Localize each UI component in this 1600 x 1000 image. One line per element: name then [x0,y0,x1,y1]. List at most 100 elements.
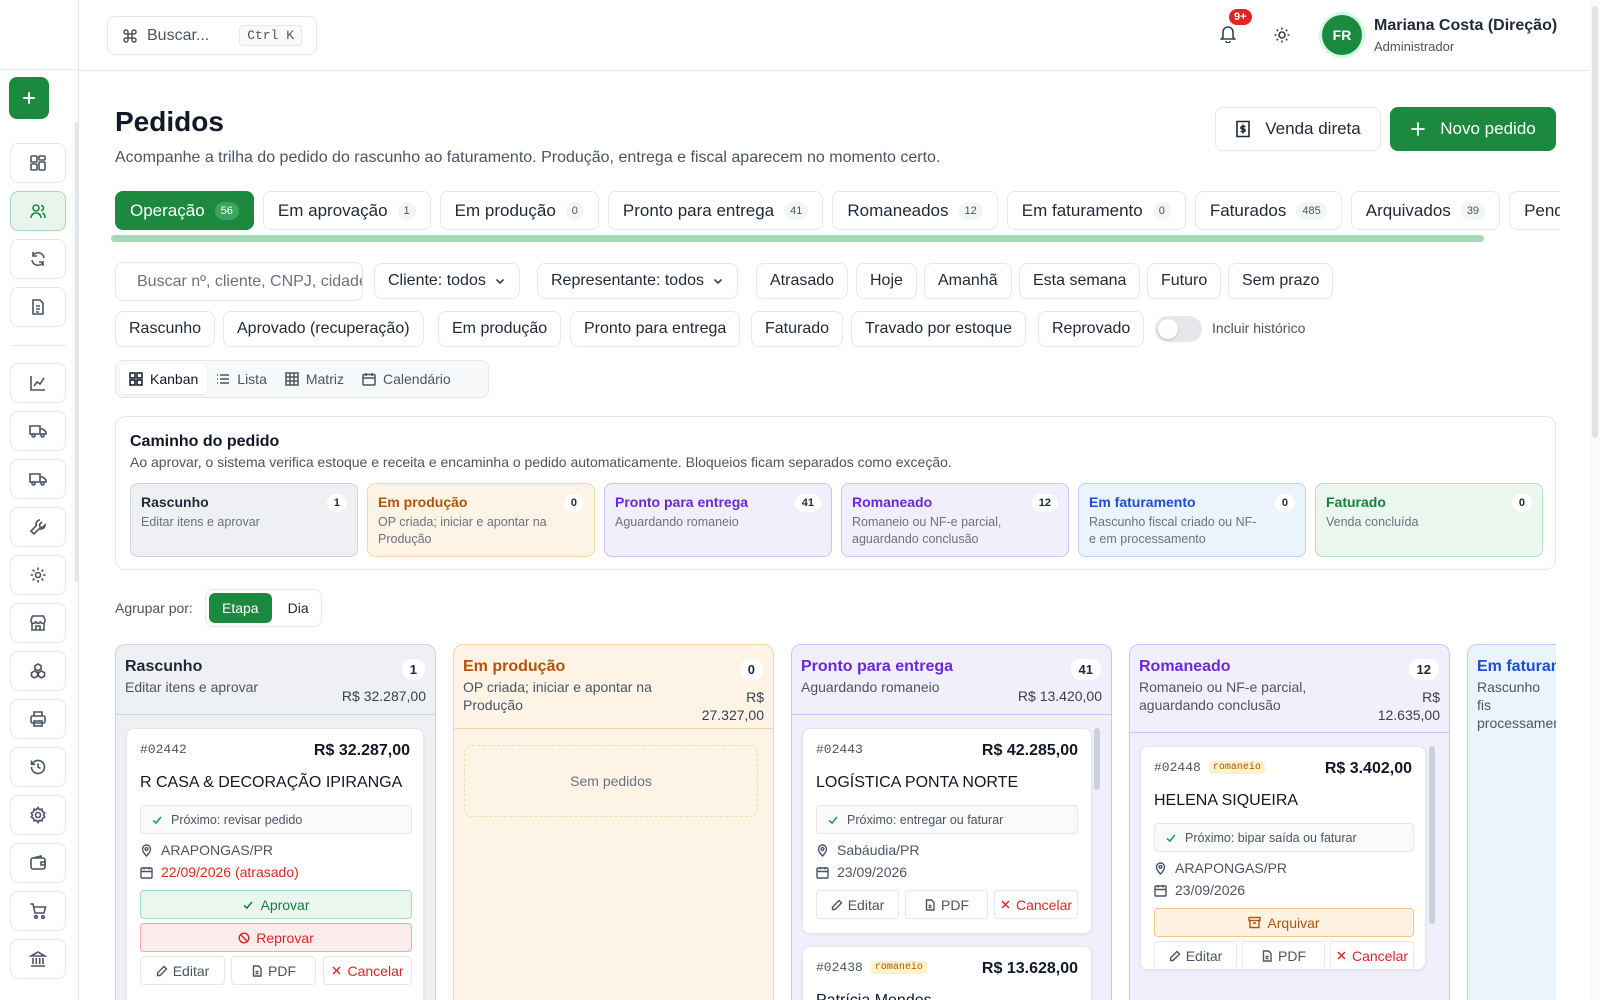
stage-romaneado[interactable]: Romaneado Romaneio ou NF-e parcial, agua… [841,483,1069,557]
sidebar-scrollbar[interactable] [75,122,78,582]
tab-arquivados[interactable]: Arquivados 39 [1350,191,1501,230]
archive-button[interactable]: Arquivar [1154,908,1414,937]
stage-pronto-para-entrega[interactable]: Pronto para entrega Aguardando romaneio … [604,483,832,557]
tab-operacao[interactable]: Operação 56 [115,191,254,230]
column-desc: Rascunho fis processamen [1477,679,1556,731]
novo-pedido-button[interactable]: Novo pedido [1390,107,1556,151]
tab-romaneados[interactable]: Romaneados 12 [832,191,998,230]
order-search-input[interactable]: Buscar nº, cliente, CNPJ, cidade... [115,262,363,301]
order-card[interactable]: #02443 R$ 42.285,00 LOGÍSTICA PONTA NORT… [802,728,1092,934]
column-total: R$ 13.420,00 [1017,688,1102,704]
incluir-historico-toggle[interactable] [1155,316,1202,342]
view-calendario[interactable]: Calendário [353,364,460,394]
stage-count: 12 [1031,494,1058,512]
sidebar-item-bank[interactable] [10,939,66,979]
tab-em-aprovacao[interactable]: Em aprovação 1 [262,191,431,230]
column-scrollbar-thumb[interactable] [1429,746,1435,924]
chip-travado-por-estoque[interactable]: Travado por estoque [851,311,1027,347]
sidebar-item-cart[interactable] [10,891,66,931]
tabs-scrollbar[interactable] [111,235,1484,242]
tab-pronto-para-entrega[interactable]: Pronto para entrega 41 [607,191,824,230]
stage-em-faturamento[interactable]: Em faturamento Rascunho fiscal criado ou… [1078,483,1306,557]
notifications-button[interactable] [1219,24,1237,43]
order-card[interactable]: #02442 R$ 32.287,00 R CASA & DECORAÇÃO I… [126,728,424,1000]
approve-button[interactable]: Aprovar [140,890,412,919]
sidebar-item-history[interactable] [10,747,66,787]
chip-amanha[interactable]: Amanhã [924,263,1012,299]
cliente-filter[interactable]: Cliente: todos [374,263,520,299]
bank-icon [29,951,47,967]
chip-futuro[interactable]: Futuro [1147,263,1222,299]
sidebar-item-delivery[interactable] [10,411,66,451]
stage-count: 0 [563,494,584,512]
chip-rascunho[interactable]: Rascunho [115,311,216,347]
stage-em-producao[interactable]: Em produção OP criada; iniciar e apontar… [367,483,595,557]
cancel-button[interactable]: Cancelar [1330,941,1414,970]
tab-faturados[interactable]: Faturados 485 [1194,191,1342,230]
next-step: Próximo: revisar pedido [140,805,412,834]
stage-name: Pronto para entrega [615,494,749,510]
sidebar-item-print[interactable] [10,699,66,739]
reject-button[interactable]: Reprovar [140,923,412,952]
sidebar-item-settings[interactable] [10,795,66,835]
sidebar-item-sync[interactable] [10,239,66,279]
sidebar-item-wallet[interactable] [10,843,66,883]
venda-direta-button[interactable]: Venda direta [1215,107,1381,151]
representante-filter[interactable]: Representante: todos [537,263,738,299]
global-search[interactable]: Buscar... Ctrl K [107,16,317,55]
chip-atrasado[interactable]: Atrasado [756,263,849,299]
stage-faturado[interactable]: Faturado Venda concluída 0 [1315,483,1543,557]
chip-sem-prazo[interactable]: Sem prazo [1228,263,1334,299]
group-by-label: Agrupar por: [115,600,193,616]
tab-label: Pronto para entrega [622,200,775,220]
view-lista[interactable]: Lista [207,364,276,394]
edit-button[interactable]: Editar [140,956,225,985]
page-scrollbar-thumb[interactable] [1592,6,1598,438]
chip-reprovado[interactable]: Reprovado [1038,311,1145,347]
column-count: 12 [1408,659,1439,680]
cancel-button[interactable]: Cancelar [323,956,412,985]
column-scrollbar-thumb[interactable] [1094,728,1100,790]
tab-em-faturamento[interactable]: Em faturamento 0 [1006,191,1186,230]
pdf-button[interactable]: PDF [905,890,988,919]
edit-button[interactable]: Editar [816,890,899,919]
avatar[interactable]: FR [1322,15,1362,55]
group-by-etapa[interactable]: Etapa [209,593,272,623]
sidebar-item-dashboard[interactable] [10,143,66,183]
sidebar-item-production[interactable] [10,555,66,595]
sidebar-item-stock[interactable] [10,651,66,691]
kanban-column-rascunho: Rascunho Editar itens e aprovar 1 R$ 32.… [115,644,436,1000]
order-card[interactable]: #02438 romaneio R$ 13.628,00 Patrícia Men… [802,946,1092,1000]
chip-em-producao[interactable]: Em produção [438,311,562,347]
tab-pendencias[interactable]: Pendên [1509,191,1560,230]
column-desc: OP criada; iniciar e apontar na Produção [463,679,652,713]
edit-label: Editar [172,962,210,979]
chip-pronto-para-entrega[interactable]: Pronto para entrega [570,311,741,347]
theme-toggle-button[interactable] [1273,26,1291,44]
view-kanban[interactable]: Kanban [120,364,208,394]
pdf-button[interactable]: PDF [231,956,316,985]
chip-esta-semana[interactable]: Esta semana [1019,263,1141,299]
cancel-button[interactable]: Cancelar [994,890,1078,919]
tab-em-producao[interactable]: Em produção 0 [439,191,599,230]
quick-add-button[interactable] [9,77,49,119]
order-date-text: 22/09/2026 (atrasado) [161,864,299,880]
chip-aprovado[interactable]: Aprovado (recuperação) [223,311,424,347]
sidebar-item-documents[interactable] [10,287,66,327]
sidebar [0,0,79,1000]
sidebar-item-shipping[interactable] [10,459,66,499]
view-matriz[interactable]: Matriz [276,364,353,394]
sidebar-item-pedidos[interactable] [10,191,66,231]
chip-faturado[interactable]: Faturado [751,311,844,347]
chip-hoje[interactable]: Hoje [856,263,917,299]
sidebar-item-reports[interactable] [10,363,66,403]
order-id-text: #02438 [816,960,863,975]
sidebar-item-tools[interactable] [10,507,66,547]
sidebar-item-store[interactable] [10,603,66,643]
order-card[interactable]: #02448 romaneio R$ 3.402,00 HELENA SIQUEI… [1140,746,1426,970]
calendar-icon [816,866,829,879]
pdf-button[interactable]: PDF [1242,941,1325,970]
group-by-dia[interactable]: Dia [275,593,322,623]
edit-button[interactable]: Editar [1154,941,1237,970]
stage-rascunho[interactable]: Rascunho Editar itens e aprovar 1 [130,483,358,557]
